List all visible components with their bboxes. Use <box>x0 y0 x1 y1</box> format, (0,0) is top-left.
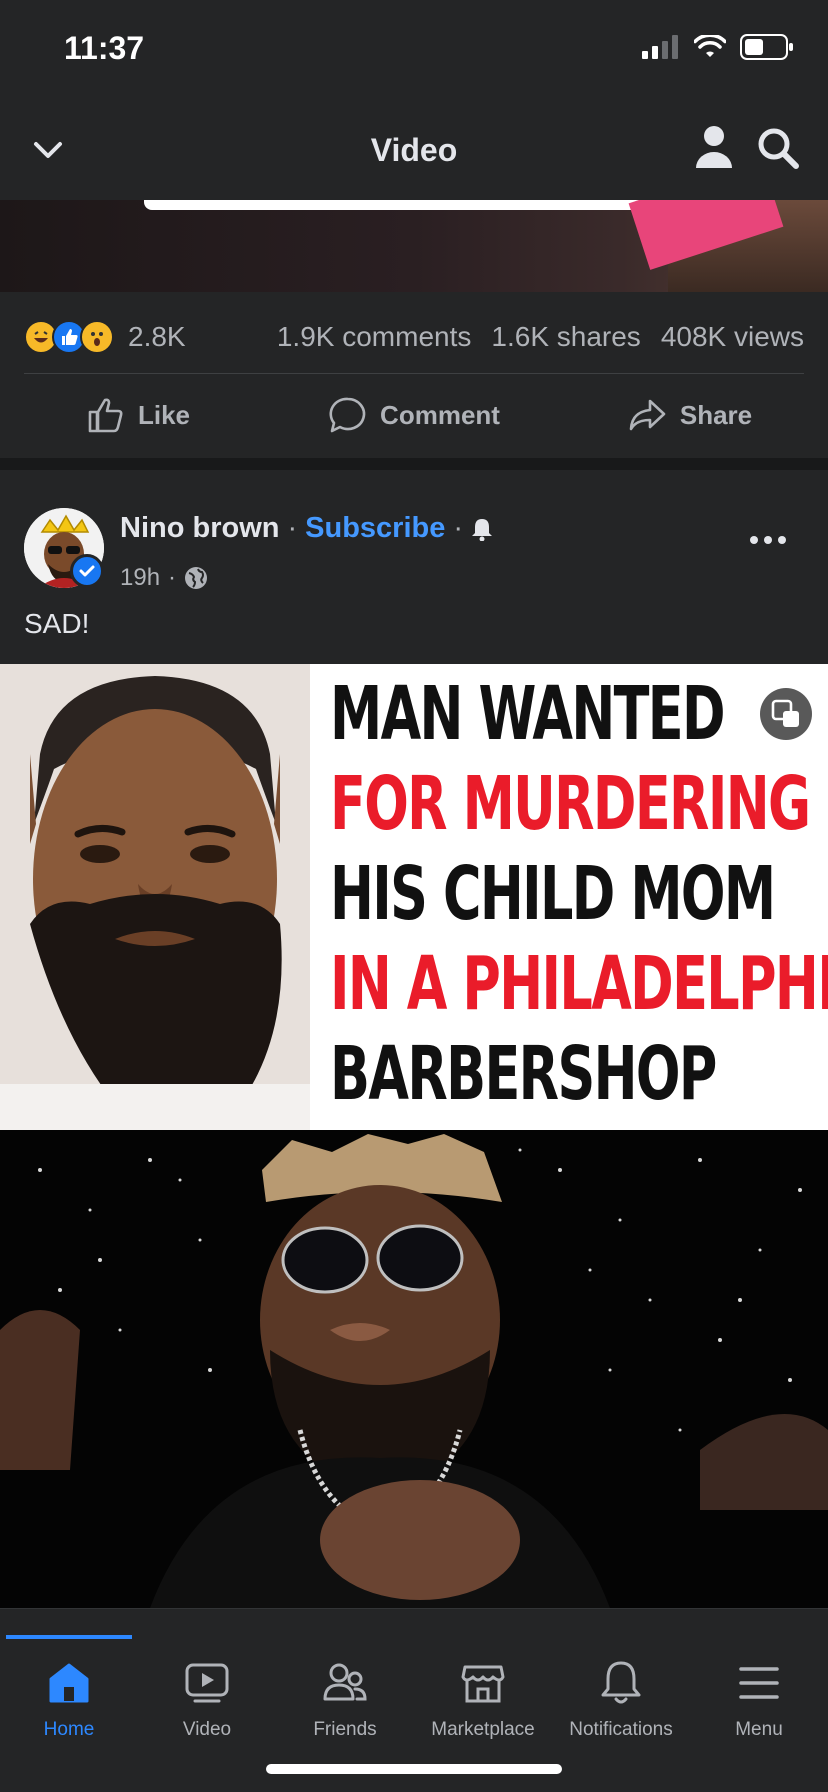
tab-video-label: Video <box>182 1719 232 1740</box>
divider <box>24 373 804 374</box>
separator-dot: · <box>453 512 464 544</box>
headline-line-1: MAN WANTED <box>330 672 726 758</box>
wow-reaction-icon <box>80 320 114 354</box>
share-icon <box>629 399 666 431</box>
reactions-count[interactable]: 2.8K <box>128 321 186 353</box>
home-indicator[interactable] <box>266 1764 562 1774</box>
headline-line-2: FOR MURDERING <box>330 762 811 848</box>
mugshot-photo <box>0 664 310 1130</box>
tab-home-label: Home <box>43 1719 95 1740</box>
profile-icon[interactable] <box>694 124 734 170</box>
share-button[interactable]: Share <box>552 380 828 450</box>
post-header: Nino brown · Subscribe · 19h · <box>0 500 828 600</box>
comment-icon <box>329 397 366 433</box>
separator-dot: · <box>287 512 298 544</box>
active-tab-indicator <box>6 1635 132 1639</box>
wifi-icon <box>694 35 726 57</box>
headline-line-3: HIS CHILD MOM <box>330 852 776 938</box>
like-label: Like <box>137 399 191 430</box>
tab-menu-label: Menu <box>735 1719 783 1740</box>
post-meta: 19h · <box>120 564 208 592</box>
tab-notifications[interactable]: Notifications <box>552 1659 690 1741</box>
status-time: 11:37 <box>64 30 145 66</box>
status-bar: 11:37 <box>0 0 828 96</box>
subscribe-button[interactable]: Subscribe <box>305 512 445 545</box>
feed-separator <box>0 458 828 470</box>
post-time[interactable]: 19h <box>120 564 160 592</box>
search-icon[interactable] <box>756 126 800 170</box>
views-count: 408K views <box>660 321 804 352</box>
status-icons <box>642 34 794 60</box>
battery-icon <box>740 34 793 60</box>
hamburger-menu-icon <box>739 1667 779 1699</box>
headline-block: MAN WANTED FOR MURDERING HIS CHILD MOM I… <box>316 664 828 1130</box>
bell-icon[interactable] <box>471 517 493 541</box>
tab-notifications-label: Notifications <box>569 1719 673 1740</box>
post-actions: Like Comment Share <box>0 380 828 450</box>
post-image[interactable]: MAN WANTED FOR MURDERING HIS CHILD MOM I… <box>0 664 828 1130</box>
thumbs-up-icon <box>88 398 123 433</box>
tab-marketplace[interactable]: Marketplace <box>414 1659 552 1741</box>
bottom-tab-bar: Home Video Friends Marketplace Notificat… <box>0 1608 828 1792</box>
video-icon <box>185 1663 229 1703</box>
signal-icon <box>642 35 678 59</box>
tab-marketplace-label: Marketplace <box>431 1719 535 1740</box>
friends-icon <box>323 1663 367 1701</box>
headline-line-4: IN A PHILADELPHIA <box>330 942 828 1028</box>
share-label: Share <box>679 399 753 430</box>
verified-badge-icon <box>70 554 104 588</box>
post-author-row: Nino brown · Subscribe · <box>120 512 493 545</box>
engagement-stats: 2.8K 1.9K comments 1.6K shares 408K view… <box>24 312 804 362</box>
headline-line-5: BARBERSHOP <box>330 1032 717 1118</box>
more-options-icon[interactable] <box>748 530 788 550</box>
reactions[interactable] <box>24 320 114 354</box>
comments-count[interactable]: 1.9K comments <box>277 321 472 353</box>
globe-icon <box>185 567 208 589</box>
home-icon <box>49 1663 89 1703</box>
tab-video[interactable]: Video <box>138 1659 276 1741</box>
top-header: Video <box>0 96 828 200</box>
bell-icon <box>601 1661 641 1704</box>
video-overlay-bar <box>144 200 652 210</box>
post-caption: SAD! <box>24 608 90 639</box>
tab-menu[interactable]: Menu <box>690 1659 828 1741</box>
marketplace-icon <box>461 1665 505 1703</box>
tab-friends[interactable]: Friends <box>276 1659 414 1741</box>
tab-friends-label: Friends <box>313 1719 377 1740</box>
picture-in-picture-icon <box>771 699 799 727</box>
picture-in-picture-button[interactable] <box>760 688 812 740</box>
video-frame-image <box>0 1130 828 1608</box>
comment-label: Comment <box>380 399 500 430</box>
video-player[interactable] <box>0 1130 828 1608</box>
comment-button[interactable]: Comment <box>276 380 552 450</box>
previous-video-thumbnail[interactable] <box>0 200 828 292</box>
like-button[interactable]: Like <box>0 380 276 450</box>
tab-home[interactable]: Home <box>0 1659 138 1741</box>
separator-dot: · <box>168 564 177 591</box>
post-author-name[interactable]: Nino brown <box>120 512 279 545</box>
shares-count[interactable]: 1.6K shares <box>491 321 640 353</box>
